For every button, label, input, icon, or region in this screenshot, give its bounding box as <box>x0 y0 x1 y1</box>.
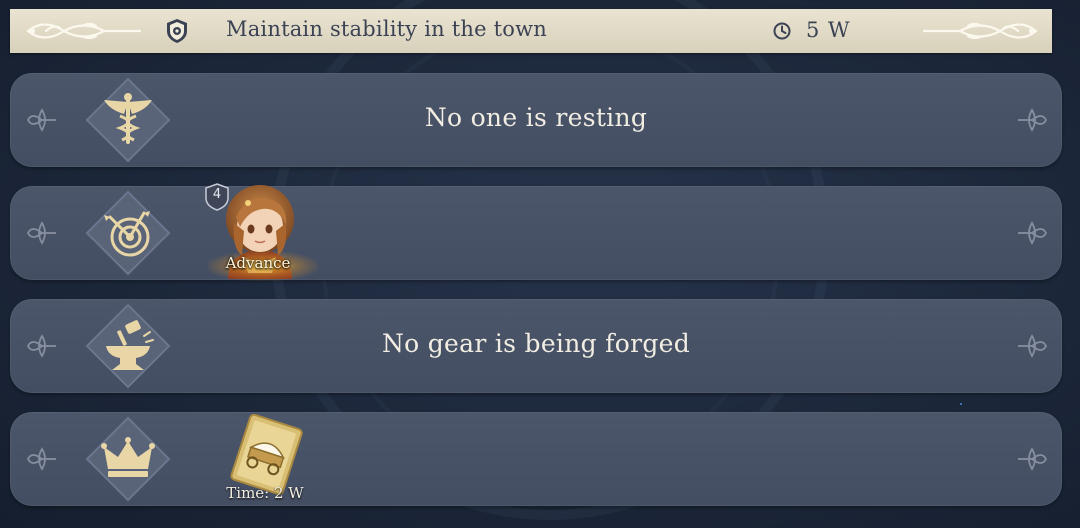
advance-button[interactable]: Advance <box>198 254 318 272</box>
hero-portrait[interactable]: 4 Advance <box>198 183 318 281</box>
time-remaining: 5 W <box>806 18 851 42</box>
ornament-right-icon <box>922 22 1038 40</box>
fleur-ornament-icon <box>26 221 56 245</box>
royal-slot-row[interactable]: Time: 2 W <box>10 412 1062 506</box>
quest-title: Maintain stability in the town <box>226 17 548 41</box>
fleur-ornament-icon <box>1018 221 1048 245</box>
star-sparkle <box>960 403 962 405</box>
shield-crest-icon <box>167 19 187 43</box>
ornament-left-icon <box>26 22 142 40</box>
hero-level: 4 <box>212 187 222 202</box>
rest-status: No one is resting <box>424 103 648 132</box>
target-arrows-icon <box>104 211 150 257</box>
training-slot-row[interactable]: 4 Advance <box>10 183 1062 281</box>
wagon-item-card[interactable]: Time: 2 W <box>215 413 315 506</box>
forge-slot-row[interactable]: No gear is being forged <box>10 299 1062 393</box>
wagon-time-label: Time: 2 W <box>226 484 304 502</box>
fleur-ornament-icon <box>26 447 56 471</box>
fleur-ornament-icon <box>1018 334 1048 358</box>
fleur-ornament-icon <box>1018 447 1048 471</box>
quest-header: Maintain stability in the town 5 W <box>10 9 1052 53</box>
fleur-ornament-icon <box>1018 108 1048 132</box>
crown-icon <box>101 437 155 477</box>
clock-icon <box>773 22 791 40</box>
forge-status: No gear is being forged <box>381 329 691 358</box>
rest-slot-row[interactable]: No one is resting <box>10 73 1062 167</box>
